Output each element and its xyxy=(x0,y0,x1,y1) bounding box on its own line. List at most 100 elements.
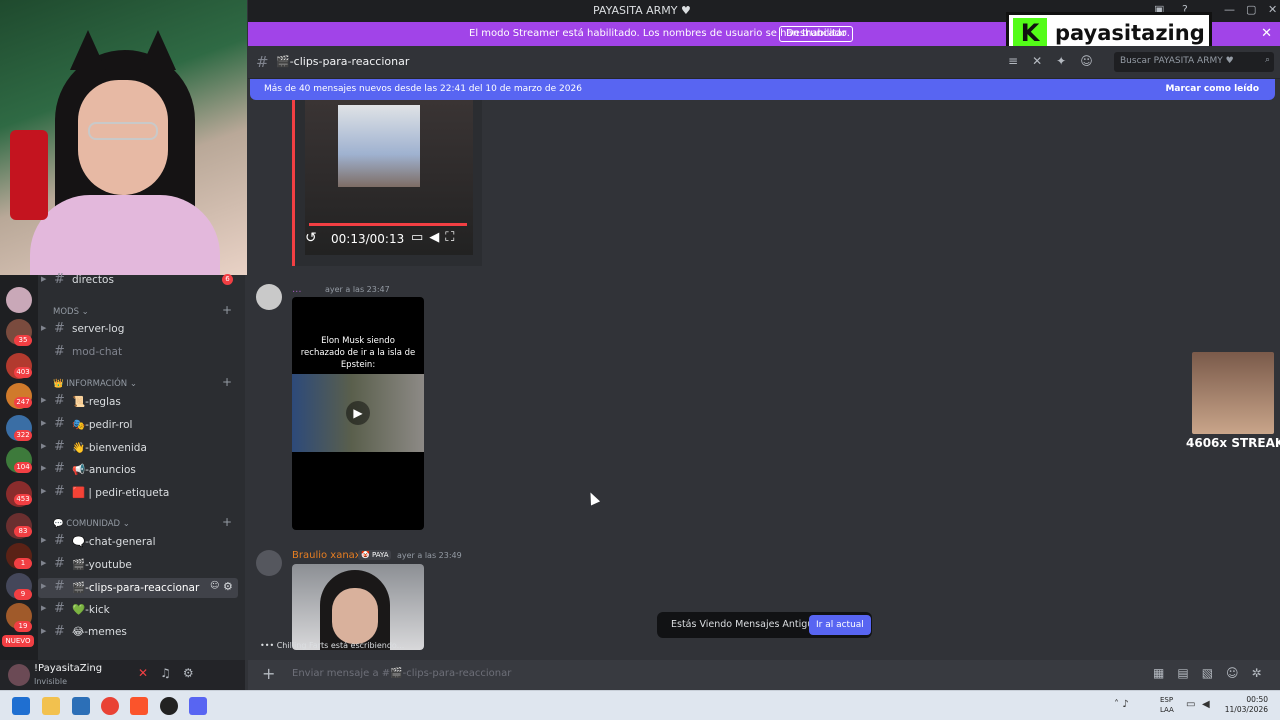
brave-icon[interactable] xyxy=(130,697,148,715)
add-channel-icon[interactable]: + xyxy=(222,303,232,317)
hash-icon: # xyxy=(54,416,65,431)
video-attachment[interactable]: ↺ 00:13/00:13 ▭◀⛶ xyxy=(292,100,482,266)
server-badge: 19 xyxy=(14,621,32,632)
play-icon[interactable]: ▶ xyxy=(346,401,370,425)
video-attachment[interactable]: Elon Musk siendo rechazado de ir a la is… xyxy=(292,297,424,530)
server-icon[interactable] xyxy=(6,287,32,313)
channel-label: mod-chat xyxy=(72,346,123,358)
captions-icon[interactable]: ▭ xyxy=(411,230,429,245)
sticker-icon[interactable]: ▧ xyxy=(1202,666,1226,680)
category-mods[interactable]: MODS ⌄ xyxy=(53,307,89,317)
language-indicator[interactable]: ESP LAA xyxy=(1160,695,1174,715)
fullscreen-icon[interactable]: ⛶ xyxy=(445,230,460,245)
user-panel: !PayasitaZing Invisible ✕♫⚙ xyxy=(0,660,245,690)
gif-icon[interactable]: ▤ xyxy=(1177,666,1201,680)
server-list: 35 403 247 322 104 453 83 1 9 19 NUEVO xyxy=(0,275,38,660)
maximize-icon[interactable]: ▢ xyxy=(1246,3,1256,16)
network-icon[interactable]: ▭ xyxy=(1186,699,1195,710)
user-controls: ✕♫⚙ xyxy=(138,666,206,680)
video-progress-bar[interactable] xyxy=(309,223,467,226)
category-informacion[interactable]: 👑 INFORMACIÓN ⌄ xyxy=(53,379,137,389)
webcam-dress xyxy=(30,195,220,275)
channel-chat-general[interactable]: ▶ # 🗨️-chat-general xyxy=(38,532,238,552)
streak-text: 4606x STREAK xyxy=(1186,436,1280,450)
threads-icon[interactable]: ≡ xyxy=(1008,54,1032,68)
chevron-up-icon[interactable]: ˄ xyxy=(1114,699,1119,710)
mic-icon[interactable]: ♪ xyxy=(1122,699,1128,710)
channel-bienvenida[interactable]: ▶ # 👋-bienvenida xyxy=(38,438,238,458)
channel-directos[interactable]: ▶ # directos 6 xyxy=(38,271,238,291)
emoji-icon[interactable]: ☺ xyxy=(1226,666,1252,680)
start-icon[interactable] xyxy=(12,697,30,715)
chrome-icon[interactable] xyxy=(101,697,119,715)
channel-kick[interactable]: ▶ # 💚-kick xyxy=(38,600,238,620)
avatar[interactable] xyxy=(256,550,282,576)
gear-icon[interactable]: ⚙ xyxy=(223,580,233,593)
avatar[interactable] xyxy=(256,284,282,310)
channel-anuncios[interactable]: ▶ # 📢-anuncios xyxy=(38,460,238,480)
volume-icon[interactable]: ◀ xyxy=(429,230,445,245)
replay-icon[interactable]: ↺ xyxy=(305,230,317,246)
message-author[interactable]: Braulio xanax xyxy=(292,550,361,561)
channel-reglas[interactable]: ▶ # 📜-reglas xyxy=(38,392,238,412)
minimize-icon[interactable]: — xyxy=(1224,3,1235,16)
system-clock[interactable]: 00:50 11/03/2026 xyxy=(1224,695,1268,715)
webcam-overlay xyxy=(0,0,247,275)
hash-icon: # xyxy=(256,53,269,71)
discord-icon[interactable] xyxy=(189,697,207,715)
webcam-microphone xyxy=(10,130,48,220)
channel-label: directos xyxy=(72,274,114,286)
channel-pedir-etiqueta[interactable]: ▶ # 🟥 | pedir-etiqueta xyxy=(38,483,238,503)
mute-icon[interactable]: ✕ xyxy=(1032,54,1056,68)
clock-date: 11/03/2026 xyxy=(1224,705,1268,714)
close-icon[interactable]: ✕ xyxy=(1261,26,1272,41)
disable-streamer-button[interactable]: Deshabilitar xyxy=(779,26,854,42)
role-tag: 🤡 PAYA xyxy=(358,550,392,560)
channel-label: 🗨️-chat-general xyxy=(72,536,156,548)
add-attachment-icon[interactable]: + xyxy=(262,664,275,683)
pin-icon[interactable]: ✦ xyxy=(1056,54,1080,68)
mark-as-read-button[interactable]: Marcar como leído xyxy=(1165,84,1259,94)
language-layout: LAA xyxy=(1160,706,1174,714)
volume-icon[interactable]: ◀ xyxy=(1202,699,1210,710)
file-explorer-icon[interactable] xyxy=(42,697,60,715)
add-channel-icon[interactable]: + xyxy=(222,375,232,389)
channel-label: 🎬-clips-para-reaccionar xyxy=(72,582,200,594)
settings-gear-icon[interactable]: ⚙ xyxy=(183,666,206,680)
close-window-icon[interactable]: ✕ xyxy=(1268,3,1277,16)
category-label: 👑 INFORMACIÓN xyxy=(53,379,128,389)
channel-youtube[interactable]: ▶ # 🎬-youtube xyxy=(38,555,238,575)
category-comunidad[interactable]: 💬 COMUNIDAD ⌄ xyxy=(53,519,130,529)
chevron-right-icon: ▶ xyxy=(41,582,47,590)
invite-icon[interactable]: ☺ xyxy=(210,581,219,591)
add-channel-icon[interactable]: + xyxy=(222,515,232,529)
hash-icon: # xyxy=(54,321,65,336)
video-attachment[interactable] xyxy=(292,564,424,650)
search-input[interactable]: Buscar PAYASITA ARMY ♥ ⌕ xyxy=(1114,52,1274,72)
server-badge: 453 xyxy=(14,494,32,505)
avatar[interactable] xyxy=(8,664,30,686)
mic-muted-icon[interactable]: ✕ xyxy=(138,666,160,680)
app-icon[interactable] xyxy=(72,697,90,715)
gift-icon[interactable]: ▦ xyxy=(1153,666,1177,680)
message-author[interactable]: ... xyxy=(292,284,302,295)
video-controls: ▭◀⛶ xyxy=(411,230,460,245)
channel-label: 📜-reglas xyxy=(72,396,121,408)
message-composer[interactable]: + Enviar mensaje a #🎬-clips-para-reaccio… xyxy=(248,660,1280,690)
typing-text: Chilling Farts está escribiendo... xyxy=(276,641,405,650)
cat-ear-left xyxy=(70,30,106,70)
channel-pedir-rol[interactable]: ▶ # 🎭-pedir-rol xyxy=(38,415,238,435)
headphones-icon[interactable]: ♫ xyxy=(160,666,183,680)
members-icon[interactable]: ☺ xyxy=(1080,54,1107,68)
obs-icon[interactable] xyxy=(160,697,178,715)
jump-to-present-button[interactable]: Ir al actual xyxy=(809,615,871,635)
chevron-right-icon: ▶ xyxy=(41,604,47,612)
apps-icon[interactable]: ✲ xyxy=(1252,666,1275,680)
channel-server-log[interactable]: ▶ # server-log xyxy=(38,320,238,340)
channel-memes[interactable]: ▶ # 😂-memes xyxy=(38,623,238,643)
server-badge: 247 xyxy=(14,397,32,408)
language-code: ESP xyxy=(1160,696,1174,704)
channel-mod-chat[interactable]: # mod-chat xyxy=(38,343,238,363)
channel-clips-para-reaccionar[interactable]: ▶ # 🎬-clips-para-reaccionar ☺ ⚙ xyxy=(38,578,238,598)
new-messages-bar[interactable]: Más de 40 mensajes nuevos desde las 22:4… xyxy=(250,79,1275,100)
